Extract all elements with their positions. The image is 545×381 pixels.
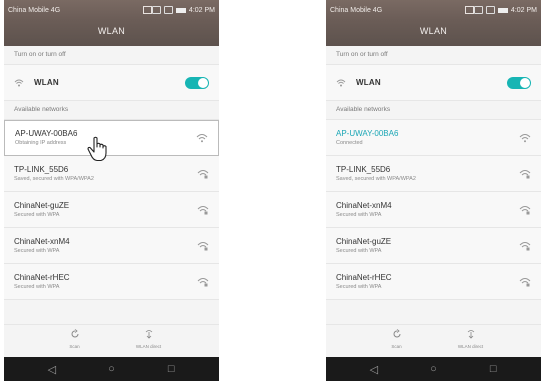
network-item[interactable]: ChinaNet-xnM4 Secured with WPA: [4, 228, 219, 264]
network-item[interactable]: ChinaNet-guZE Secured with WPA: [326, 228, 541, 264]
sim-icon: [142, 6, 152, 14]
wifi-lock-icon: [197, 241, 209, 250]
wlan-label: WLAN: [356, 78, 381, 87]
wlan-toggle-row[interactable]: WLAN: [4, 65, 219, 101]
sim-icon: [464, 6, 474, 14]
carrier-label: China Mobile 4G: [330, 6, 383, 14]
phone-screen-connected: China Mobile 4G 4:02 PM WLAN Turn on or …: [326, 0, 541, 381]
page-title: WLAN: [4, 20, 219, 46]
network-name: AP-UWAY-00BA6: [336, 128, 399, 138]
network-item[interactable]: AP-UWAY-00BA6 Obtaining IP address: [4, 120, 219, 156]
phone-screen-connecting: China Mobile 4G 4:02 PM WLAN Turn on or …: [4, 0, 219, 381]
network-status: Secured with WPA: [336, 211, 382, 218]
home-icon[interactable]: ○: [104, 363, 118, 375]
android-nav-bar: ◁ ○ □: [326, 357, 541, 381]
network-status: Secured with WPA: [14, 211, 60, 218]
wifi-icon: [519, 133, 531, 142]
network-status: Saved, secured with WPA/WPA2: [14, 175, 94, 182]
network-status: Secured with WPA: [14, 247, 60, 254]
toggle-knob: [520, 77, 530, 88]
network-item[interactable]: ChinaNet-guZE Secured with WPA: [4, 192, 219, 228]
network-item[interactable]: ChinaNet-rHEC Secured with WPA: [326, 264, 541, 300]
wifi-lock-icon: [519, 205, 531, 214]
wlan-direct-icon: [145, 330, 152, 339]
network-item[interactable]: AP-UWAY-00BA6 Connected: [326, 120, 541, 156]
network-name: TP-LINK_55D6: [336, 164, 391, 174]
network-name: ChinaNet-guZE: [336, 236, 392, 246]
wlan-direct-label: WLAN direct: [457, 344, 484, 349]
wifi-lock-icon: [519, 241, 531, 250]
battery-icon: [497, 7, 508, 13]
battery-icon: [175, 7, 186, 13]
network-item[interactable]: TP-LINK_55D6 Saved, secured with WPA/WPA…: [4, 156, 219, 192]
wlan-direct-label: WLAN direct: [135, 344, 162, 349]
network-item[interactable]: TP-LINK_55D6 Saved, secured with WPA/WPA…: [326, 156, 541, 192]
back-icon[interactable]: ◁: [367, 363, 381, 376]
status-bar: China Mobile 4G 4:02 PM: [4, 0, 219, 20]
wifi-lock-icon: [197, 205, 209, 214]
network-status: Secured with WPA: [336, 283, 382, 290]
network-item[interactable]: ChinaNet-rHEC Secured with WPA: [4, 264, 219, 300]
toggle-knob: [198, 77, 208, 88]
notification-icon: [473, 6, 483, 14]
hand-cursor-icon: [87, 136, 107, 162]
wifi-lock-icon: [197, 169, 209, 178]
section-label-toggle: Turn on or turn off: [4, 46, 219, 65]
android-nav-bar: ◁ ○ □: [4, 357, 219, 381]
clock: 4:02 PM: [510, 6, 537, 14]
network-name: ChinaNet-rHEC: [336, 272, 392, 282]
wlan-direct-button[interactable]: WLAN direct: [454, 325, 488, 357]
home-icon[interactable]: ○: [426, 363, 440, 375]
wlan-direct-icon: [467, 330, 474, 339]
network-name: ChinaNet-rHEC: [14, 272, 70, 282]
section-label-available: Available networks: [4, 101, 219, 120]
network-name: ChinaNet-guZE: [14, 200, 70, 210]
network-status: Secured with WPA: [14, 283, 60, 290]
network-name: ChinaNet-xnM4: [14, 236, 70, 246]
network-item[interactable]: ChinaNet-xnM4 Secured with WPA: [326, 192, 541, 228]
recents-icon[interactable]: □: [164, 363, 178, 375]
scan-button[interactable]: Scan: [380, 325, 414, 357]
network-name: TP-LINK_55D6: [14, 164, 69, 174]
wifi-lock-icon: [197, 277, 209, 286]
wifi-lock-icon: [519, 277, 531, 286]
wlan-toggle-row[interactable]: WLAN: [326, 65, 541, 101]
scan-icon: [393, 329, 400, 338]
wlan-toggle[interactable]: [507, 76, 531, 89]
wifi-icon: [14, 79, 24, 86]
network-status: Saved, secured with WPA/WPA2: [336, 175, 416, 182]
notification-icon: [151, 6, 161, 14]
page-title: WLAN: [326, 20, 541, 46]
scan-label: Scan: [391, 344, 402, 349]
section-label-toggle: Turn on or turn off: [326, 46, 541, 65]
back-icon[interactable]: ◁: [45, 363, 59, 376]
bottom-action-bar: Scan WLAN direct: [4, 324, 219, 357]
wlan-label: WLAN: [34, 78, 59, 87]
recents-icon[interactable]: □: [486, 363, 500, 375]
wifi-lock-icon: [519, 169, 531, 178]
bottom-action-bar: Scan WLAN direct: [326, 324, 541, 357]
network-status: Secured with WPA: [336, 247, 382, 254]
scan-button[interactable]: Scan: [58, 325, 92, 357]
scan-icon: [71, 329, 78, 338]
section-label-available: Available networks: [326, 101, 541, 120]
signal-icon: [163, 6, 173, 14]
signal-icon: [485, 6, 495, 14]
carrier-label: China Mobile 4G: [8, 6, 61, 14]
wifi-icon: [196, 134, 208, 143]
scan-label: Scan: [69, 344, 80, 349]
network-status: Connected: [336, 139, 363, 146]
wlan-direct-button[interactable]: WLAN direct: [132, 325, 166, 357]
network-name: ChinaNet-xnM4: [336, 200, 392, 210]
wlan-toggle[interactable]: [185, 76, 209, 89]
clock: 4:02 PM: [188, 6, 215, 14]
status-bar: China Mobile 4G 4:02 PM: [326, 0, 541, 20]
wifi-icon: [336, 79, 346, 86]
